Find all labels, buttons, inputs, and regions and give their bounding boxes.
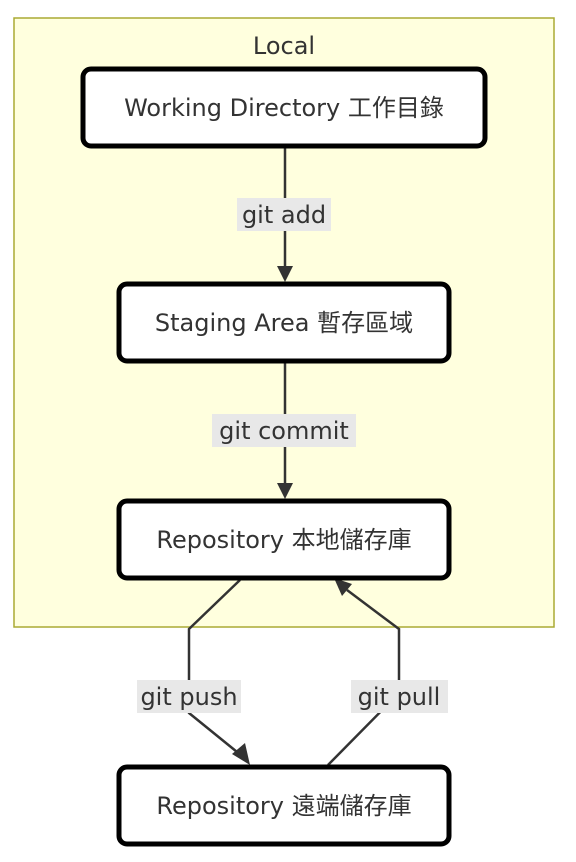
edge-git-pull-label: git pull [358,683,441,711]
node-staging-area-label: Staging Area 暫存區域 [155,309,413,337]
node-staging-area: Staging Area 暫存區域 [116,281,452,364]
node-local-repository: Repository 本地儲存庫 [116,498,452,581]
edge-git-add-label: git add [242,201,326,229]
git-workflow-diagram: Local git add git commit git push git pu… [13,17,555,847]
edge-git-commit-label: git commit [219,417,349,445]
local-cluster-label: Local [253,32,315,60]
node-working-directory: Working Directory 工作目錄 [80,66,488,149]
edge-git-push-label: git push [140,683,237,711]
node-remote-repository-label: Repository 遠端儲存庫 [156,792,411,820]
node-working-directory-label: Working Directory 工作目錄 [124,94,444,122]
node-remote-repository: Repository 遠端儲存庫 [116,764,452,847]
edge-git-push-arrowhead [232,743,250,765]
node-local-repository-label: Repository 本地儲存庫 [156,526,411,554]
